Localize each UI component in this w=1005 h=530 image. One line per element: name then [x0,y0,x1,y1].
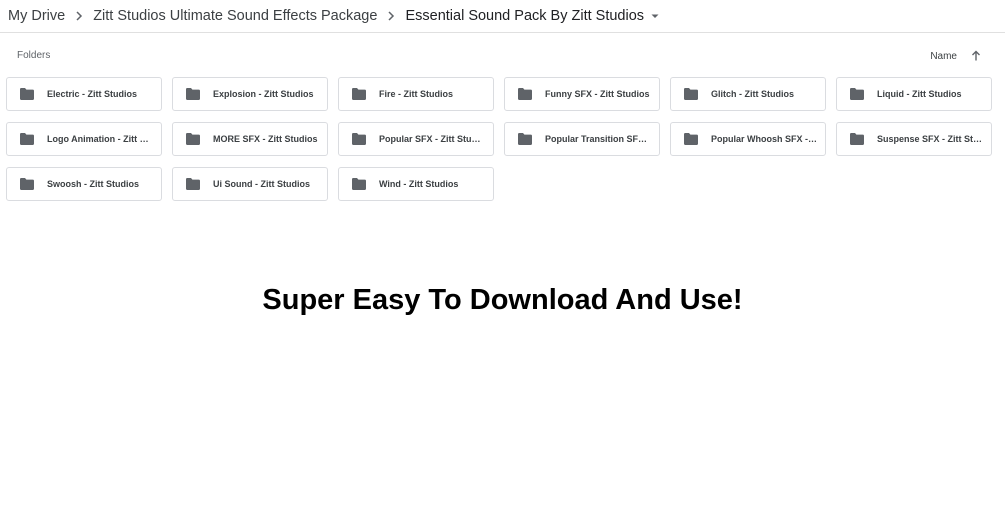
folder-name: Popular Whoosh SFX - Zitt Studios [711,134,825,144]
folder-card[interactable]: Explosion - Zitt Studios [172,77,328,111]
chevron-right-icon [65,10,93,22]
folder-icon [684,133,698,145]
folder-name: Explosion - Zitt Studios [213,89,314,99]
folder-grid: Electric - Zitt Studios Explosion - Zitt… [6,77,993,201]
folder-card[interactable]: Popular SFX - Zitt Studios [338,122,494,156]
folders-section-header: Folders Name [0,46,1005,66]
folder-name: Logo Animation - Zitt Studios [47,134,161,144]
breadcrumb-current-folder[interactable]: Essential Sound Pack By Zitt Studios [405,8,644,24]
folder-card[interactable]: Glitch - Zitt Studios [670,77,826,111]
folder-icon [352,133,366,145]
folder-name: Popular Transition SFX - Zitt Studios [545,134,659,144]
folder-card[interactable]: Popular Whoosh SFX - Zitt Studios [670,122,826,156]
folder-name: Suspense SFX - Zitt Studios [877,134,991,144]
folder-card[interactable]: MORE SFX - Zitt Studios [172,122,328,156]
folder-name: Ui Sound - Zitt Studios [213,179,310,189]
folder-name: MORE SFX - Zitt Studios [213,134,318,144]
folder-icon [186,133,200,145]
folder-icon [186,88,200,100]
folder-card[interactable]: Electric - Zitt Studios [6,77,162,111]
folders-label: Folders [17,50,51,61]
folder-icon [518,133,532,145]
folder-name: Fire - Zitt Studios [379,89,453,99]
folder-icon [20,88,34,100]
folder-card[interactable]: Fire - Zitt Studios [338,77,494,111]
headline: Super Easy To Download And Use! [262,284,743,316]
breadcrumb: My Drive Zitt Studios Ultimate Sound Eff… [0,0,1005,33]
sort-label: Name [930,50,957,62]
folder-icon [518,88,532,100]
folder-icon [850,88,864,100]
folder-card[interactable]: Swoosh - Zitt Studios [6,167,162,201]
folder-icon [850,133,864,145]
breadcrumb-package[interactable]: Zitt Studios Ultimate Sound Effects Pack… [93,8,377,24]
folder-card[interactable]: Ui Sound - Zitt Studios [172,167,328,201]
folder-card[interactable]: Funny SFX - Zitt Studios [504,77,660,111]
folder-icon [20,133,34,145]
breadcrumb-my-drive[interactable]: My Drive [8,8,65,24]
caret-down-icon[interactable] [649,10,661,22]
folder-card[interactable]: Popular Transition SFX - Zitt Studios [504,122,660,156]
sort-by-name-button[interactable]: Name [930,46,983,66]
folder-icon [684,88,698,100]
folder-card[interactable]: Logo Animation - Zitt Studios [6,122,162,156]
folder-icon [352,178,366,190]
folder-card[interactable]: Suspense SFX - Zitt Studios [836,122,992,156]
folder-card[interactable]: Liquid - Zitt Studios [836,77,992,111]
arrow-up-icon[interactable] [969,49,983,63]
folder-name: Liquid - Zitt Studios [877,89,962,99]
folder-name: Popular SFX - Zitt Studios [379,134,490,144]
folder-icon [20,178,34,190]
folder-name: Swoosh - Zitt Studios [47,179,139,189]
folder-name: Funny SFX - Zitt Studios [545,89,650,99]
folder-name: Electric - Zitt Studios [47,89,138,99]
folder-name: Glitch - Zitt Studios [711,89,794,99]
chevron-right-icon [377,10,405,22]
folder-card[interactable]: Wind - Zitt Studios [338,167,494,201]
folder-icon [186,178,200,190]
folder-icon [352,88,366,100]
folder-name: Wind - Zitt Studios [379,179,459,189]
